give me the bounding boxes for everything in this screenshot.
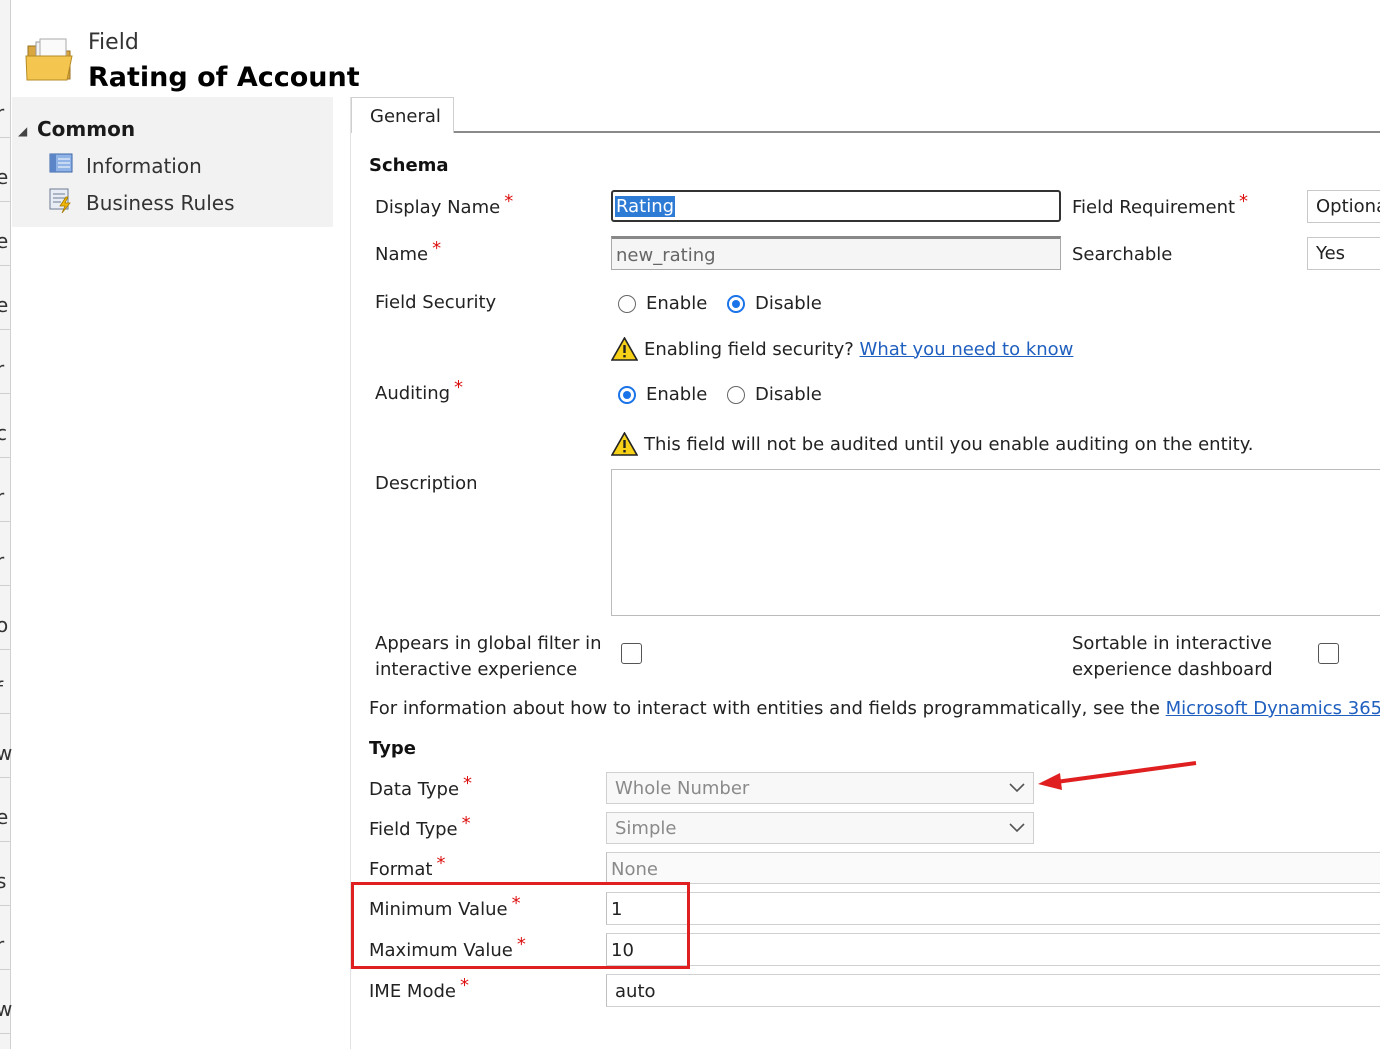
field-type-label: Field Type *: [369, 813, 471, 840]
description-textarea[interactable]: [611, 469, 1380, 616]
sortable-label: Sortable in interactive: [1072, 633, 1272, 654]
nav-item-business-rules[interactable]: Business Rules: [48, 187, 235, 218]
collapse-caret-icon[interactable]: ◢: [18, 124, 27, 138]
display-name-input[interactable]: Rating: [611, 190, 1061, 222]
divider: [0, 841, 10, 842]
clipped-text: f: [0, 677, 3, 701]
divider: [0, 137, 10, 138]
warning-icon: [611, 337, 638, 361]
field-requirement-label: Field Requirement *: [1072, 191, 1249, 218]
data-type-label: Data Type *: [369, 773, 473, 800]
auditing-label: Auditing *: [375, 377, 464, 404]
field-requirement-select[interactable]: Optiona: [1307, 190, 1380, 223]
name-input[interactable]: new_rating: [611, 236, 1061, 270]
section-schema-heading: Schema: [369, 155, 449, 176]
chevron-down-icon: [1009, 823, 1025, 833]
divider: [0, 585, 10, 586]
nav-group-common[interactable]: Common: [37, 117, 135, 141]
field-security-enable-radio[interactable]: Enable: [618, 293, 707, 314]
global-filter-label-line2: interactive experience: [375, 659, 578, 680]
format-field[interactable]: None: [606, 852, 1380, 884]
what-you-need-to-know-link[interactable]: What you need to know: [860, 339, 1074, 360]
format-label: Format *: [369, 853, 446, 880]
divider: [0, 777, 10, 778]
clipped-text: c: [0, 421, 7, 445]
divider: [0, 713, 10, 714]
ime-mode-label: IME Mode *: [369, 975, 469, 1002]
divider: [0, 969, 10, 970]
clipped-text: r: [0, 549, 5, 573]
clipped-text: e: [0, 805, 9, 829]
divider: [0, 265, 10, 266]
global-filter-label: Appears in global filter in: [375, 633, 602, 654]
display-name-label: Display Name *: [375, 191, 514, 218]
clipped-text: r: [0, 485, 5, 509]
auditing-disable-radio[interactable]: Disable: [727, 384, 822, 405]
business-rules-icon: [48, 187, 86, 218]
ime-mode-field[interactable]: auto: [606, 974, 1380, 1007]
sdk-info-text: For information about how to interact wi…: [369, 698, 1380, 719]
divider: [0, 1033, 10, 1034]
warning-icon: [611, 432, 638, 456]
page-subtitle: Field: [88, 30, 139, 55]
section-type-heading: Type: [369, 738, 416, 759]
field-security-disable-radio[interactable]: Disable: [727, 293, 822, 314]
divider: [0, 329, 10, 330]
divider: [0, 905, 10, 906]
clipped-text: e: [0, 165, 9, 189]
security-warning: Enabling field security? What you need t…: [611, 337, 1073, 361]
description-label: Description: [375, 473, 478, 494]
auditing-warning: This field will not be audited until you…: [611, 432, 1254, 456]
nav-item-information[interactable]: Information: [48, 151, 202, 180]
clipped-text: r: [0, 933, 5, 957]
clipped-text: s: [0, 869, 7, 893]
clipped-text: e: [0, 229, 9, 253]
tab-general[interactable]: General: [351, 97, 454, 133]
field-security-label: Field Security: [375, 292, 497, 313]
clipped-text: w: [0, 997, 13, 1021]
clipped-text: r: [0, 357, 5, 381]
left-clipped-panel: r e e e r c r r o f w e s r w: [0, 0, 13, 1049]
searchable-select[interactable]: Yes: [1307, 237, 1380, 270]
divider: [0, 521, 10, 522]
field-type-select[interactable]: Simple: [606, 812, 1034, 844]
divider: [0, 457, 10, 458]
sortable-checkbox[interactable]: [1318, 643, 1339, 664]
chevron-down-icon: [1009, 783, 1025, 793]
folder-icon: [24, 36, 76, 84]
divider: [0, 393, 10, 394]
clipped-text: r: [0, 101, 5, 125]
page-title: Rating of Account: [88, 62, 360, 93]
maximum-value-input[interactable]: 10: [606, 933, 1380, 966]
nav-item-label: Information: [86, 153, 202, 178]
clipped-text: o: [0, 613, 9, 637]
nav-item-label: Business Rules: [86, 190, 235, 215]
clipped-text: w: [0, 741, 13, 765]
clipped-text: e: [0, 293, 9, 317]
searchable-label: Searchable: [1072, 244, 1173, 265]
annotation-highlight-box: [351, 882, 690, 969]
information-icon: [48, 151, 86, 180]
name-label: Name *: [375, 238, 442, 265]
sdk-link[interactable]: Microsoft Dynamics 365 SDK: [1166, 698, 1380, 719]
auditing-enable-radio[interactable]: Enable: [618, 384, 707, 405]
global-filter-checkbox[interactable]: [621, 643, 642, 664]
tab-underline: [454, 131, 1380, 133]
minimum-value-input[interactable]: 1: [606, 892, 1380, 925]
annotation-arrow-icon: [1038, 761, 1197, 790]
sortable-label-line2: experience dashboard: [1072, 659, 1273, 680]
divider: [0, 201, 10, 202]
divider: [0, 649, 10, 650]
data-type-select[interactable]: Whole Number: [606, 772, 1034, 804]
